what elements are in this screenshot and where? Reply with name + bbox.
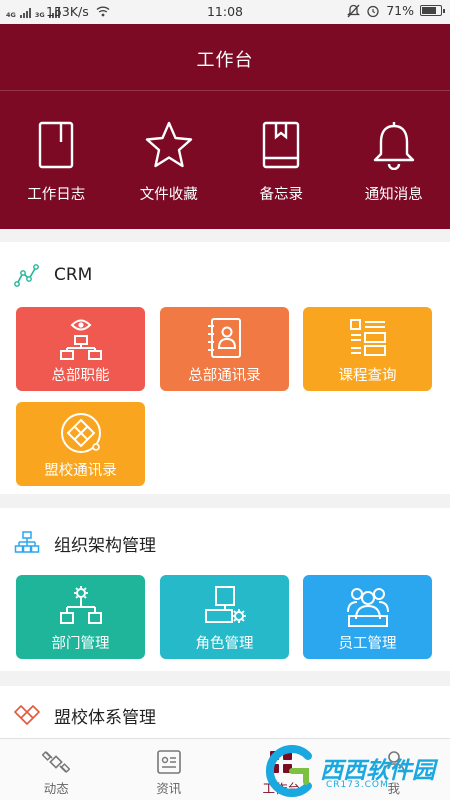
watermark: 西西软件园 CR173.COM <box>262 744 450 800</box>
contact-book-icon <box>208 318 241 358</box>
workbench-header: 工作台 工作日志 文件收藏 备忘录 通知消息 <box>0 24 450 229</box>
department-icon <box>60 586 102 624</box>
alliance-diamond-icon <box>14 705 40 725</box>
quick-file-favorites-label: 文件收藏 <box>139 187 198 203</box>
tile-hq-contacts-label: 总部通讯录 <box>188 368 261 384</box>
tile-role-management-label: 角色管理 <box>195 636 254 652</box>
bell-icon <box>373 122 414 170</box>
battery-icon <box>420 5 445 16</box>
tile-hq-functions-label: 总部职能 <box>51 368 110 384</box>
alliance-section-title: 盟校体系管理 <box>54 707 156 728</box>
alarm-icon <box>367 5 379 17</box>
tile-department-management-label: 部门管理 <box>51 636 110 652</box>
crm-section-header: CRM <box>14 262 92 288</box>
crm-section: CRM 总部职能 总部通讯录 课程查询 盟校通讯录 <box>0 242 450 494</box>
role-settings-icon <box>205 586 246 623</box>
tile-hq-contacts[interactable]: 总部通讯录 <box>160 307 289 391</box>
alliance-section: 盟校体系管理 <box>0 686 450 738</box>
org-chart-icon <box>14 531 40 553</box>
satellite-icon <box>42 751 71 773</box>
tile-department-management[interactable]: 部门管理 <box>16 575 145 659</box>
nav-news-label: 资讯 <box>156 781 182 796</box>
quick-work-log[interactable]: 工作日志 <box>0 120 113 204</box>
watermark-logo-icon <box>265 745 312 797</box>
staff-icon <box>347 588 389 627</box>
book-icon <box>263 121 300 169</box>
tile-course-query[interactable]: 课程查询 <box>303 307 432 391</box>
org-eye-icon <box>60 319 102 360</box>
watermark-subtext: CR173.COM <box>326 780 389 790</box>
tile-alliance-contacts[interactable]: 盟校通讯录 <box>16 402 145 486</box>
crm-section-title: CRM <box>54 265 93 285</box>
quick-notifications-label: 通知消息 <box>364 187 423 203</box>
battery-percent: 71% <box>386 3 414 18</box>
tile-role-management[interactable]: 角色管理 <box>160 575 289 659</box>
status-bar: 4G 3G 153K/s 11:08 71% <box>0 0 450 24</box>
org-section: 组织架构管理 部门管理 角色管理 员工管理 <box>0 508 450 671</box>
tile-alliance-contacts-label: 盟校通讯录 <box>44 463 117 479</box>
quick-memo[interactable]: 备忘录 <box>225 120 338 204</box>
alliance-section-header: 盟校体系管理 <box>14 702 156 728</box>
tile-hq-functions[interactable]: 总部职能 <box>16 307 145 391</box>
tile-staff-management-label: 员工管理 <box>338 636 397 652</box>
quick-memo-label: 备忘录 <box>259 187 304 203</box>
page-title: 工作台 <box>196 50 254 71</box>
tile-staff-management[interactable]: 员工管理 <box>303 575 432 659</box>
nav-feed-label: 动态 <box>43 781 69 796</box>
notebook-icon <box>39 121 74 169</box>
course-list-icon <box>350 319 386 356</box>
header-divider <box>0 90 450 91</box>
org-section-header: 组织架构管理 <box>14 530 156 556</box>
quick-file-favorites[interactable]: 文件收藏 <box>113 120 226 204</box>
quick-notifications[interactable]: 通知消息 <box>338 120 450 204</box>
trend-icon <box>14 264 39 287</box>
star-icon <box>145 121 192 168</box>
quick-actions: 工作日志 文件收藏 备忘录 通知消息 <box>0 120 450 204</box>
nav-feed[interactable]: 动态 <box>0 739 113 800</box>
mute-bell-icon <box>347 4 361 17</box>
tile-course-query-label: 课程查询 <box>338 368 397 384</box>
alliance-icon <box>61 413 101 453</box>
org-section-title: 组织架构管理 <box>54 535 156 556</box>
quick-work-log-label: 工作日志 <box>27 187 86 203</box>
nav-news[interactable]: 资讯 <box>113 739 226 800</box>
news-icon <box>156 750 181 774</box>
